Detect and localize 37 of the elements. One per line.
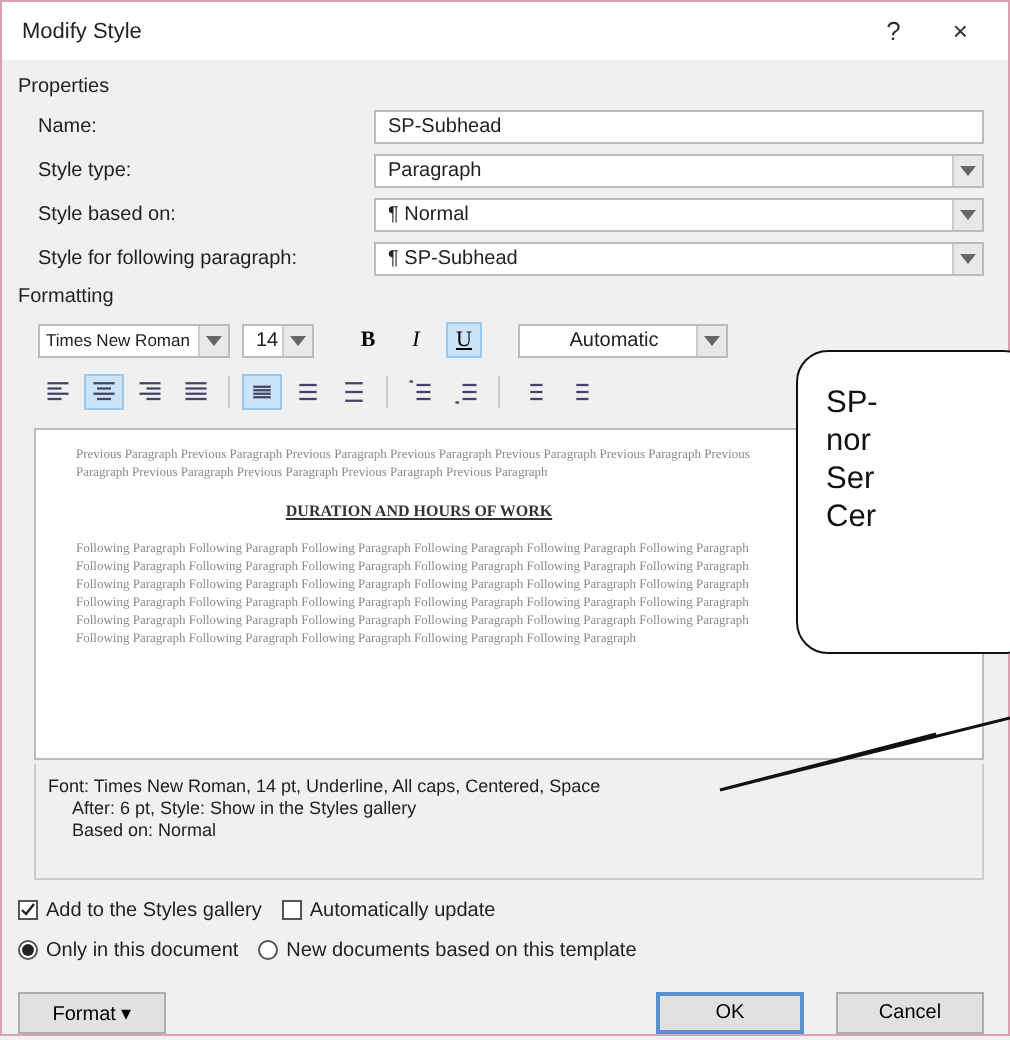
style-description: After: 6 pt, Style: Show in the Styles gallery [70,798,419,820]
font-style-button[interactable]: B [350,322,386,358]
help-button[interactable]: ? [870,16,917,46]
style-description: Based on: Normal [70,820,219,842]
ok-button[interactable]: OK [656,992,804,1034]
format-button[interactable]: Format ▾ [18,992,166,1034]
dropdown-field[interactable]: ¶ SP-Subhead [374,241,984,275]
callout-text: nor [826,422,873,460]
radio-button[interactable] [258,940,279,960]
checkbox-icon[interactable] [281,900,302,920]
font-style-button[interactable]: I [398,322,434,358]
field-label: Style type: [38,159,134,181]
radio-button[interactable] [18,940,38,960]
callout-text: SP- [826,384,880,422]
font-dropdown[interactable]: Times New Roman [38,323,230,357]
section-heading: Formatting [18,286,116,308]
dropdown-field[interactable]: ¶ Normal [374,197,984,231]
font-style-button[interactable]: U [446,322,482,358]
preview-heading: DURATION AND HOURS OF WORK [283,502,555,520]
color-dropdown[interactable]: Automatic [518,323,728,357]
radio-label: New documents based on this template [286,939,637,961]
section-heading: Properties [18,76,112,98]
callout-text: Cer [826,498,878,536]
style-description: Font: Times New Roman, 14 pt, Underline, All caps, Centered, Space [48,776,603,798]
checkbox-icon[interactable] [18,900,38,920]
radio-label: Only in this document [46,939,239,961]
field-label: Name: [38,115,99,137]
window-title: Modify Style [22,19,144,43]
dropdown-field[interactable]: Paragraph [374,153,984,187]
callout-text: Ser [826,460,877,498]
cancel-button[interactable]: Cancel [836,992,984,1034]
close-button[interactable]: × [936,16,984,46]
input-field[interactable]: SP-Subhead [374,109,984,143]
size-dropdown[interactable]: 14 [242,323,314,357]
field-label: Style for following paragraph: [38,247,300,269]
center-icon[interactable] [84,374,124,410]
field-label: Style based on: [38,203,178,225]
